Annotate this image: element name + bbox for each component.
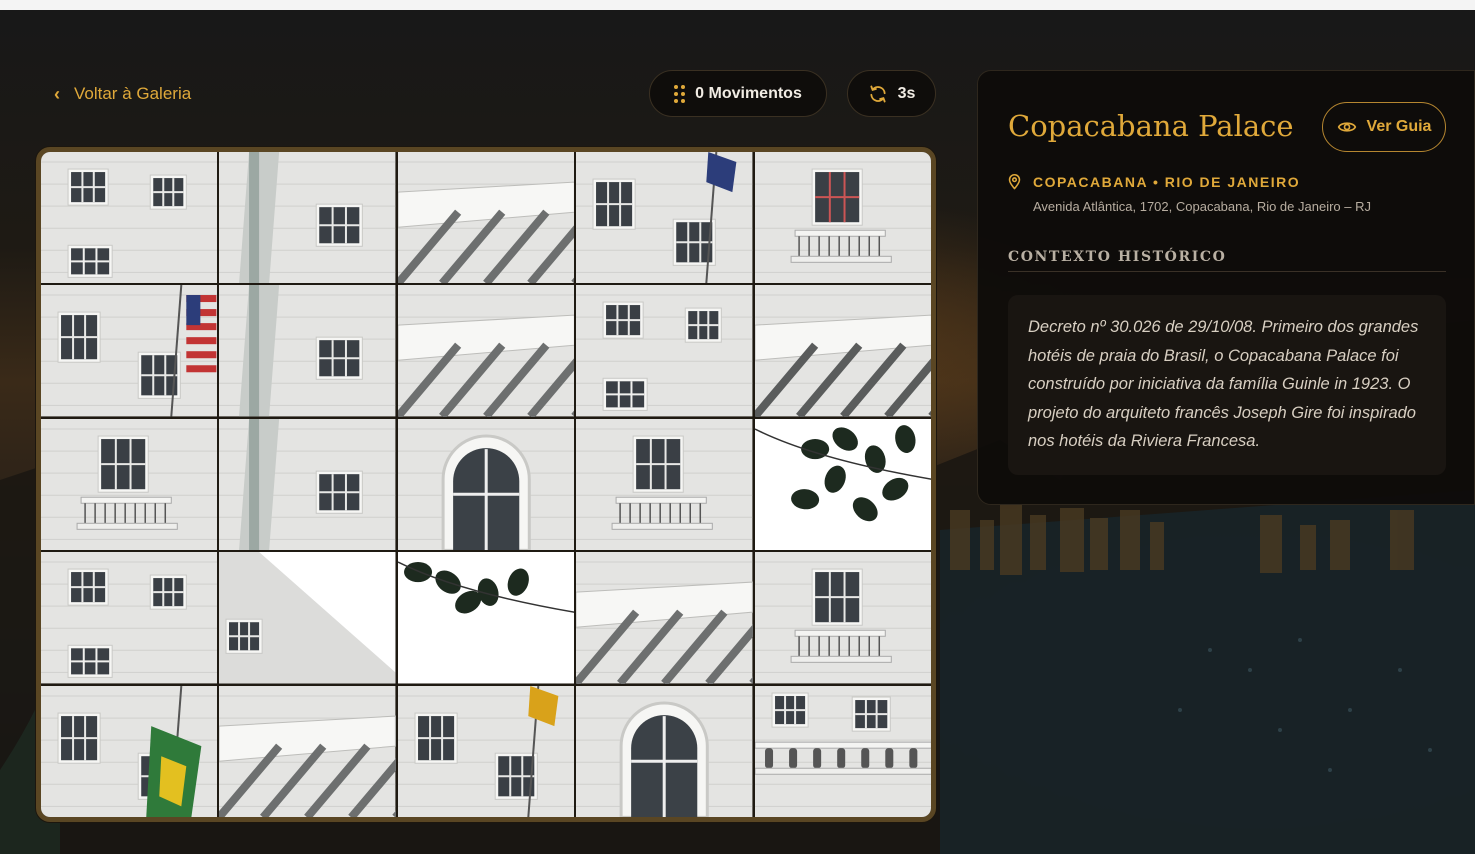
puzzle-tile[interactable]	[576, 418, 753, 551]
historical-context-heading: CONTEXTO HISTÓRICO	[1008, 249, 1227, 265]
puzzle-tile[interactable]	[576, 285, 753, 417]
puzzle-tile-image	[41, 285, 218, 417]
puzzle-board	[36, 147, 936, 822]
section-divider	[1008, 271, 1446, 272]
puzzle-tile[interactable]	[754, 152, 931, 284]
puzzle-tile-image	[576, 152, 753, 284]
address-text: Avenida Atlântica, 1702, Copacabana, Rio…	[1033, 199, 1371, 214]
puzzle-tile[interactable]	[41, 685, 218, 817]
timer-counter[interactable]: 3s	[847, 70, 936, 117]
eye-icon	[1337, 122, 1356, 132]
place-title: Copacabana Palace	[1008, 109, 1294, 143]
puzzle-tile-image	[397, 685, 575, 817]
puzzle-tile-image	[219, 685, 396, 817]
moves-counter: 0 Movimentos	[649, 70, 827, 117]
moves-label: 0 Movimentos	[695, 84, 802, 102]
puzzle-tile[interactable]	[397, 418, 575, 551]
puzzle-tile[interactable]	[576, 152, 753, 284]
puzzle-tile[interactable]	[397, 685, 575, 817]
puzzle-tile-image	[41, 685, 218, 817]
puzzle-tile-image	[397, 552, 575, 684]
chevron-left-icon: ‹	[54, 83, 60, 104]
puzzle-tile-image	[754, 418, 931, 551]
puzzle-tile[interactable]	[219, 418, 396, 551]
info-panel: Copacabana Palace Ver Guia COPACABANA • …	[977, 70, 1475, 505]
puzzle-tile-image	[219, 152, 396, 284]
back-to-gallery-link[interactable]: ‹ Voltar à Galeria	[54, 80, 191, 108]
puzzle-tile-image	[754, 552, 931, 684]
puzzle-grid	[41, 152, 931, 817]
puzzle-tile-image	[397, 285, 575, 417]
puzzle-tile[interactable]	[576, 685, 753, 817]
puzzle-tile[interactable]	[754, 418, 931, 551]
view-guide-label: Ver Guia	[1366, 118, 1432, 135]
puzzle-tile-image	[754, 685, 931, 817]
puzzle-tile-image	[576, 552, 753, 684]
puzzle-tile[interactable]	[754, 285, 931, 417]
puzzle-tile-image	[576, 685, 753, 817]
puzzle-tile[interactable]	[41, 152, 218, 284]
puzzle-tile[interactable]	[41, 418, 218, 551]
puzzle-tile[interactable]	[219, 285, 396, 417]
puzzle-tile-image	[754, 152, 931, 284]
puzzle-tile[interactable]	[397, 552, 575, 684]
puzzle-tile-image	[219, 418, 396, 551]
puzzle-tile[interactable]	[397, 152, 575, 284]
timer-label: 3s	[897, 84, 916, 102]
puzzle-tile-image	[219, 285, 396, 417]
puzzle-tile-image	[41, 152, 218, 284]
puzzle-tile[interactable]	[219, 685, 396, 817]
puzzle-tile[interactable]	[754, 685, 931, 817]
grid-dots-icon	[674, 84, 686, 103]
puzzle-tile[interactable]	[754, 552, 931, 684]
puzzle-tile-image	[219, 552, 396, 684]
location-row: COPACABANA • RIO DE JANEIRO	[1006, 173, 1300, 190]
location-label: COPACABANA • RIO DE JANEIRO	[1033, 173, 1301, 190]
puzzle-tile[interactable]	[41, 285, 218, 417]
puzzle-tile[interactable]	[41, 552, 218, 684]
puzzle-tile[interactable]	[576, 552, 753, 684]
puzzle-tile-image	[41, 418, 218, 551]
historical-context-box: Decreto nº 30.026 de 29/10/08. Primeiro …	[1008, 295, 1446, 475]
refresh-icon	[870, 85, 886, 102]
puzzle-tile-image	[754, 285, 931, 417]
map-pin-icon	[1008, 174, 1021, 190]
puzzle-tile-image	[397, 152, 575, 284]
puzzle-tile[interactable]	[397, 285, 575, 417]
puzzle-tile-image	[576, 285, 753, 417]
puzzle-tile-image	[41, 552, 218, 684]
historical-context-text: Decreto nº 30.026 de 29/10/08. Primeiro …	[1028, 318, 1419, 451]
puzzle-tile[interactable]	[219, 152, 396, 284]
browser-top-strip	[0, 0, 1475, 10]
back-to-gallery-label: Voltar à Galeria	[74, 84, 192, 103]
puzzle-tile-image	[576, 418, 753, 551]
puzzle-tile-image	[397, 418, 575, 551]
puzzle-tile[interactable]	[219, 552, 396, 684]
view-guide-button[interactable]: Ver Guia	[1322, 102, 1446, 152]
